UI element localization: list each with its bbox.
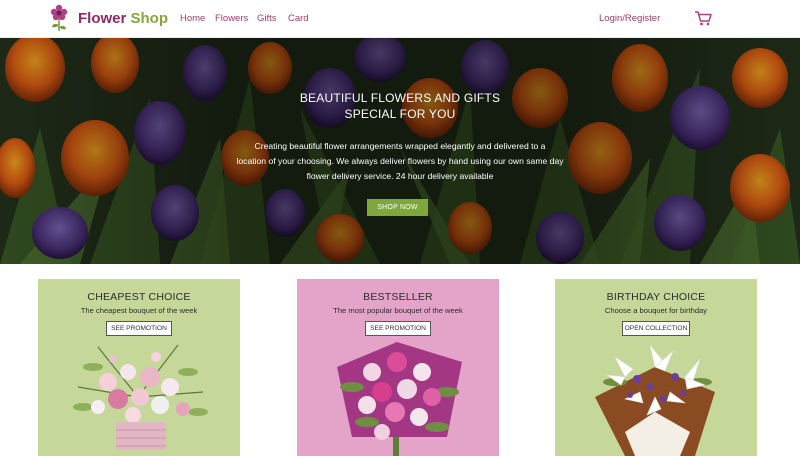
open-collection-button[interactable]: OPEN COLLECTION [622,321,690,336]
nav-card[interactable]: Card [288,13,309,24]
hero-desc-line-2: location of your choosing. We always del… [236,156,564,166]
flower-logo-icon[interactable] [48,3,70,33]
promo-card-birthday[interactable]: BIRTHDAY CHOICE Choose a bouquet for bir… [555,279,757,456]
card-subtitle: The cheapest bouquet of the week [80,306,198,315]
nav-home[interactable]: Home [180,13,205,24]
hero-title-line-1: BEAUTIFUL FLOWERS AND GIFTS [299,91,501,105]
see-promotion-button[interactable]: SEE PROMOTION [365,321,431,336]
rose-bouquet-image [337,342,462,456]
hero-title-line-2: SPECIAL FOR YOU [344,107,456,121]
nav-gifts[interactable]: Gifts [257,13,277,24]
card-subtitle: The most popular bouquet of the week [333,306,463,315]
hero-banner: BEAUTIFUL FLOWERS AND GIFTS SPECIAL FOR … [0,38,800,264]
card-title: BIRTHDAY CHOICE [606,291,706,303]
shopping-cart-icon[interactable] [694,9,712,27]
shop-now-button[interactable]: SHOP NOW [367,199,428,216]
lily-bouquet-image [595,344,715,456]
brand-word-flower: Flower [78,10,127,27]
card-title: CHEAPEST CHOICE [87,291,191,303]
hero-description: Creating beautiful flower arrangements w… [226,139,574,184]
promo-card-bestseller[interactable]: BESTSELLER The most popular bouquet of t… [297,279,499,456]
card-title: BESTSELLER [363,291,433,303]
promo-card-cheapest[interactable]: CHEAPEST CHOICE The cheapest bouquet of … [38,279,240,456]
card-subtitle: Choose a bouquet for birthday [604,306,708,315]
login-register-link[interactable]: Login/Register [599,13,660,24]
hero-desc-line-1: Creating beautiful flower arrangements w… [254,141,546,151]
see-promotion-button[interactable]: SEE PROMOTION [106,321,172,336]
hero-title: BEAUTIFUL FLOWERS AND GIFTS SPECIAL FOR … [250,90,550,122]
site-header: Flower Shop Home Flowers Gifts Card Logi… [0,0,800,38]
nav-flowers[interactable]: Flowers [215,13,248,24]
flower-basket-image [73,344,208,450]
hero-desc-line-3: flower delivery service. 24 hour deliver… [306,171,494,181]
brand-name[interactable]: Flower Shop [78,10,168,27]
brand-word-shop: Shop [130,10,169,27]
